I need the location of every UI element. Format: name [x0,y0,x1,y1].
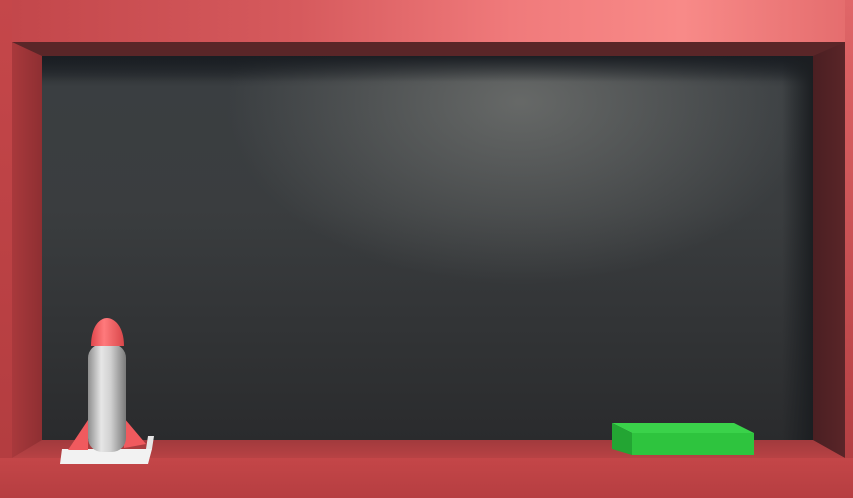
rocket-fin-left [68,420,88,450]
rocket-fin-right [124,418,146,448]
rocket-icon[interactable] [58,316,158,468]
right-wall [813,42,845,458]
rocket-body [88,344,126,452]
green-landing-block[interactable] [608,419,758,459]
frame-top [0,0,853,42]
rocket-nose [91,318,124,346]
frame-left [0,0,12,498]
ceiling-shadow [42,56,813,82]
left-wall [12,42,42,458]
right-shadow [782,56,813,440]
frame-right [845,0,853,498]
